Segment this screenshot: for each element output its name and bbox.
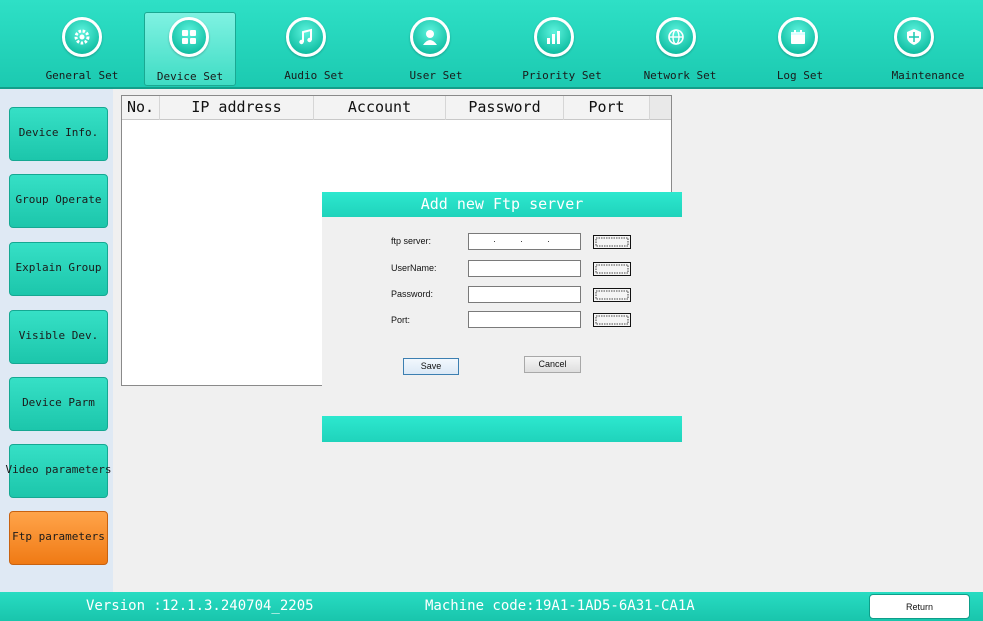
toolbar-audio-set[interactable]: Audio Set — [264, 0, 364, 89]
sidebar-item-video-parameters[interactable]: Video parameters — [6, 444, 111, 498]
column-header-port[interactable]: Port — [564, 96, 650, 120]
globe-icon — [656, 17, 696, 57]
return-button[interactable]: Return — [869, 594, 970, 619]
top-toolbar: General Set Device Set Audio Set User Se… — [0, 0, 983, 89]
column-header-password[interactable]: Password — [446, 96, 564, 120]
dialog-title: Add new Ftp server — [322, 192, 682, 217]
toolbar-network-set[interactable]: Network Set — [630, 0, 730, 89]
sidebar-item-label: Group Operate — [15, 192, 102, 206]
add-ftp-server-dialog: Add new Ftp server ftp server: · · · Use… — [322, 192, 682, 442]
keyboard-icon[interactable] — [593, 262, 631, 276]
sidebar-item-label: Explain Group — [15, 260, 102, 274]
sidebar: Device Info. Group Operate Explain Group… — [0, 89, 113, 592]
sidebar-item-label: Device Parm — [22, 395, 95, 409]
bar-chart-icon — [534, 17, 574, 57]
ip-separator: · — [547, 236, 550, 246]
dialog-footer-bar — [322, 416, 682, 442]
shield-icon — [894, 17, 934, 57]
user-icon — [410, 17, 450, 57]
ftp-server-ip-input[interactable]: · · · — [468, 233, 581, 250]
toolbar-label: User Set — [409, 69, 463, 82]
sidebar-item-label: Ftp parameters — [12, 529, 105, 543]
toolbar-device-set[interactable]: Device Set — [144, 12, 236, 86]
toolbar-priority-set[interactable]: Priority Set — [507, 0, 617, 89]
toolbar-label: Priority Set — [522, 69, 602, 82]
cancel-button[interactable]: Cancel — [524, 356, 581, 373]
username-label: UserName: — [391, 263, 437, 273]
username-input[interactable] — [468, 260, 581, 277]
toolbar-general-set[interactable]: General Set — [37, 0, 127, 89]
toolbar-maintenance[interactable]: Maintenance — [878, 0, 978, 89]
password-input[interactable] — [468, 286, 581, 303]
toolbar-label: Log Set — [776, 69, 824, 82]
sidebar-item-visible-dev[interactable]: Visible Dev. — [9, 310, 108, 364]
toolbar-label: Audio Set — [284, 69, 344, 82]
keyboard-icon[interactable] — [593, 288, 631, 302]
port-input[interactable] — [468, 311, 581, 328]
sidebar-item-label: Device Info. — [18, 125, 99, 139]
toolbar-label: Device Set — [156, 70, 224, 83]
toolbar-user-set[interactable]: User Set — [386, 0, 486, 89]
ftp-server-label: ftp server: — [391, 236, 432, 246]
sidebar-item-explain-group[interactable]: Explain Group — [9, 242, 108, 296]
table-header: No. IP address Account Password Port — [122, 96, 650, 120]
toolbar-label: Network Set — [643, 69, 717, 82]
sidebar-item-label: Video parameters — [5, 462, 112, 476]
machine-code-text: Machine code:19A1-1AD5-6A31-CA1A — [425, 598, 695, 614]
keyboard-icon[interactable] — [593, 313, 631, 327]
sidebar-item-device-info[interactable]: Device Info. — [9, 107, 108, 161]
password-label: Password: — [391, 289, 434, 299]
toolbar-label: Maintenance — [891, 69, 965, 82]
toolbar-log-set[interactable]: Log Set — [760, 0, 840, 89]
ip-separator: · — [493, 236, 496, 246]
port-label: Port: — [391, 315, 411, 325]
toolbar-label: General Set — [45, 69, 119, 82]
grid-icon — [169, 17, 209, 57]
ip-separator: · — [520, 236, 523, 246]
calendar-icon — [778, 17, 818, 57]
status-bar: Version :12.1.3.240704_2205 Machine code… — [0, 592, 983, 621]
sidebar-item-group-operate[interactable]: Group Operate — [9, 174, 108, 228]
sidebar-item-ftp-parameters[interactable]: Ftp parameters — [9, 511, 108, 565]
keyboard-icon[interactable] — [593, 235, 631, 249]
sidebar-item-device-parm[interactable]: Device Parm — [9, 377, 108, 431]
column-header-no[interactable]: No. — [122, 96, 160, 120]
column-header-ip-address[interactable]: IP address — [160, 96, 314, 120]
sidebar-item-label: Visible Dev. — [18, 328, 99, 342]
table-header-filler — [650, 96, 671, 120]
column-header-account[interactable]: Account — [314, 96, 446, 120]
gear-icon — [62, 17, 102, 57]
version-text: Version :12.1.3.240704_2205 — [86, 598, 314, 614]
music-note-icon — [286, 17, 326, 57]
save-button[interactable]: Save — [403, 358, 459, 375]
